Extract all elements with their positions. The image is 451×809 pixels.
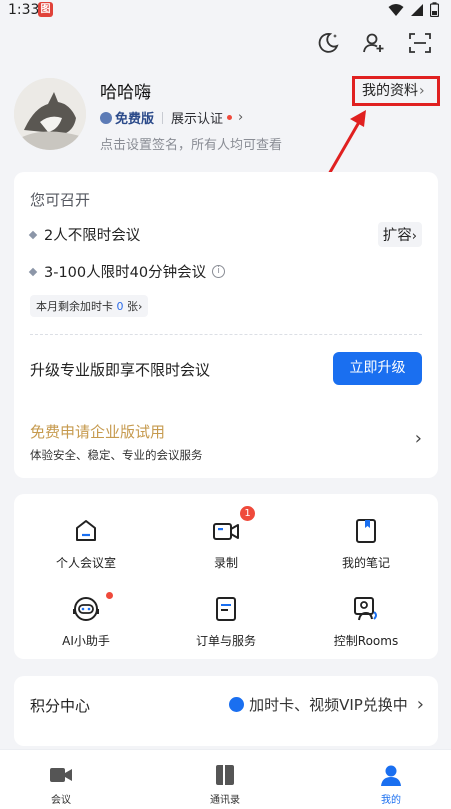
notes-icon [351, 516, 381, 546]
chevron-right-icon: › [411, 229, 417, 244]
battery-icon [430, 2, 439, 17]
bullet-icon [28, 230, 38, 239]
home-icon [71, 516, 101, 546]
grid-item-ai-assistant[interactable]: AI小助手 [16, 592, 156, 649]
nav-label: 会议 [51, 795, 71, 806]
video-camera-icon [49, 764, 73, 786]
tag-count: 0 [116, 300, 124, 313]
grid-item-orders[interactable]: 订单与服务 [156, 594, 296, 649]
scan-icon[interactable] [407, 30, 433, 56]
bullet-icon [28, 267, 38, 276]
promo-icon [229, 697, 245, 712]
points-promo: 加时卡、视频VIP兑换中 › [229, 694, 424, 715]
notification-app-icon: 图 [38, 2, 53, 17]
avatar[interactable] [14, 78, 86, 150]
plan-badge[interactable]: 免费版 [100, 108, 154, 127]
contacts-book-icon [213, 764, 237, 786]
feature-label: 3-100人限时40分钟会议 [44, 265, 207, 281]
tag-prefix: 本月剩余加时卡 [36, 300, 113, 313]
enterprise-trial-card[interactable]: 免费申请企业版试用 体验安全、稳定、专业的会议服务 › [14, 402, 438, 478]
upgrade-text: 升级专业版即享不限时会议 [30, 361, 211, 379]
nav-item-contacts[interactable]: 通讯录 [175, 764, 275, 806]
feature-label: 2人不限时会议 [44, 228, 141, 244]
dashed-divider [30, 334, 422, 335]
my-profile-label: 我的资料 [362, 83, 418, 99]
nav-label: 通讯录 [210, 795, 240, 806]
new-dot [106, 592, 113, 599]
expand-label: 扩容 [382, 228, 412, 244]
grid-label: 控制Rooms [333, 634, 399, 648]
chevron-right-icon: › [419, 83, 425, 99]
signature-hint[interactable]: 点击设置签名，所有人均可查看 [100, 134, 282, 153]
status-time: 1:33 [8, 2, 40, 18]
card-title: 您可召开 [30, 191, 91, 209]
bottom-nav: 会议 通讯录 我的 [0, 749, 451, 809]
signal-icon [411, 3, 423, 16]
grid-label: 录制 [213, 556, 238, 570]
divider [162, 111, 164, 124]
dark-mode-icon[interactable] [315, 30, 341, 56]
add-contact-icon[interactable] [361, 30, 387, 56]
grid-item-personal-room[interactable]: 个人会议室 [16, 516, 156, 571]
plan-label: 免费版 [115, 112, 155, 127]
profile-header: 哈哈嗨 免费版 展示认证 › 点击设置签名，所有人均可查看 我的资料› [0, 70, 451, 160]
points-title: 积分中心 [30, 697, 91, 715]
user-name[interactable]: 哈哈嗨 [100, 78, 151, 103]
nav-label: 我的 [381, 795, 401, 806]
grid-label: 个人会议室 [55, 556, 116, 570]
profile-icon [379, 764, 403, 786]
plan-row: 免费版 展示认证 › [100, 108, 243, 127]
grid-item-recording[interactable]: 1 录制 [156, 506, 296, 571]
grid-label: AI小助手 [62, 634, 110, 648]
chevron-right-icon: › [416, 694, 424, 715]
upgrade-button[interactable]: 立即升级 [333, 352, 422, 385]
extension-card-tag[interactable]: 本月剩余加时卡 0 张› [30, 295, 149, 317]
expand-button[interactable]: 扩容› [377, 222, 422, 247]
feature-item: 2人不限时会议 [28, 224, 141, 245]
promo-label: 加时卡、视频VIP兑换中 [249, 696, 408, 714]
trial-title: 免费申请企业版试用 [30, 423, 166, 441]
grid-item-rooms[interactable]: 控制Rooms [296, 594, 436, 649]
trial-subtitle: 体验安全、稳定、专业的会议服务 [30, 448, 203, 462]
chevron-right-icon: › [138, 300, 143, 313]
status-bar: 1:33 图 [0, 0, 451, 22]
feature-item: 3-100人限时40分钟会议 i [28, 261, 226, 282]
grid-item-notes[interactable]: 我的笔记 [296, 516, 436, 571]
recording-badge: 1 [240, 506, 255, 521]
verify-link[interactable]: 展示认证 [171, 108, 223, 127]
feature-grid-card: 个人会议室 1 录制 我的笔记 AI小助手 订单与服务 控制Rooms [14, 494, 438, 659]
my-profile-link[interactable]: 我的资料› [352, 76, 440, 106]
nav-item-meeting[interactable]: 会议 [11, 764, 111, 806]
chevron-right-icon: › [238, 110, 244, 125]
grid-label: 我的笔记 [341, 556, 390, 570]
rooms-control-icon [351, 594, 381, 624]
orders-icon [211, 594, 241, 624]
ai-robot-icon [71, 592, 113, 624]
grid-label: 订单与服务 [195, 634, 256, 648]
plan-icon [100, 111, 112, 124]
wifi-icon [388, 3, 404, 16]
video-recording-icon: 1 [211, 506, 255, 546]
top-actions [315, 30, 433, 56]
status-indicators [388, 2, 439, 17]
nav-item-mine[interactable]: 我的 [341, 764, 441, 806]
tag-suffix: 张 [127, 300, 138, 313]
points-center-card[interactable]: 积分中心 加时卡、视频VIP兑换中 › [14, 676, 438, 746]
chevron-right-icon: › [414, 428, 422, 449]
notification-dot [227, 115, 233, 120]
info-icon[interactable]: i [212, 265, 226, 278]
